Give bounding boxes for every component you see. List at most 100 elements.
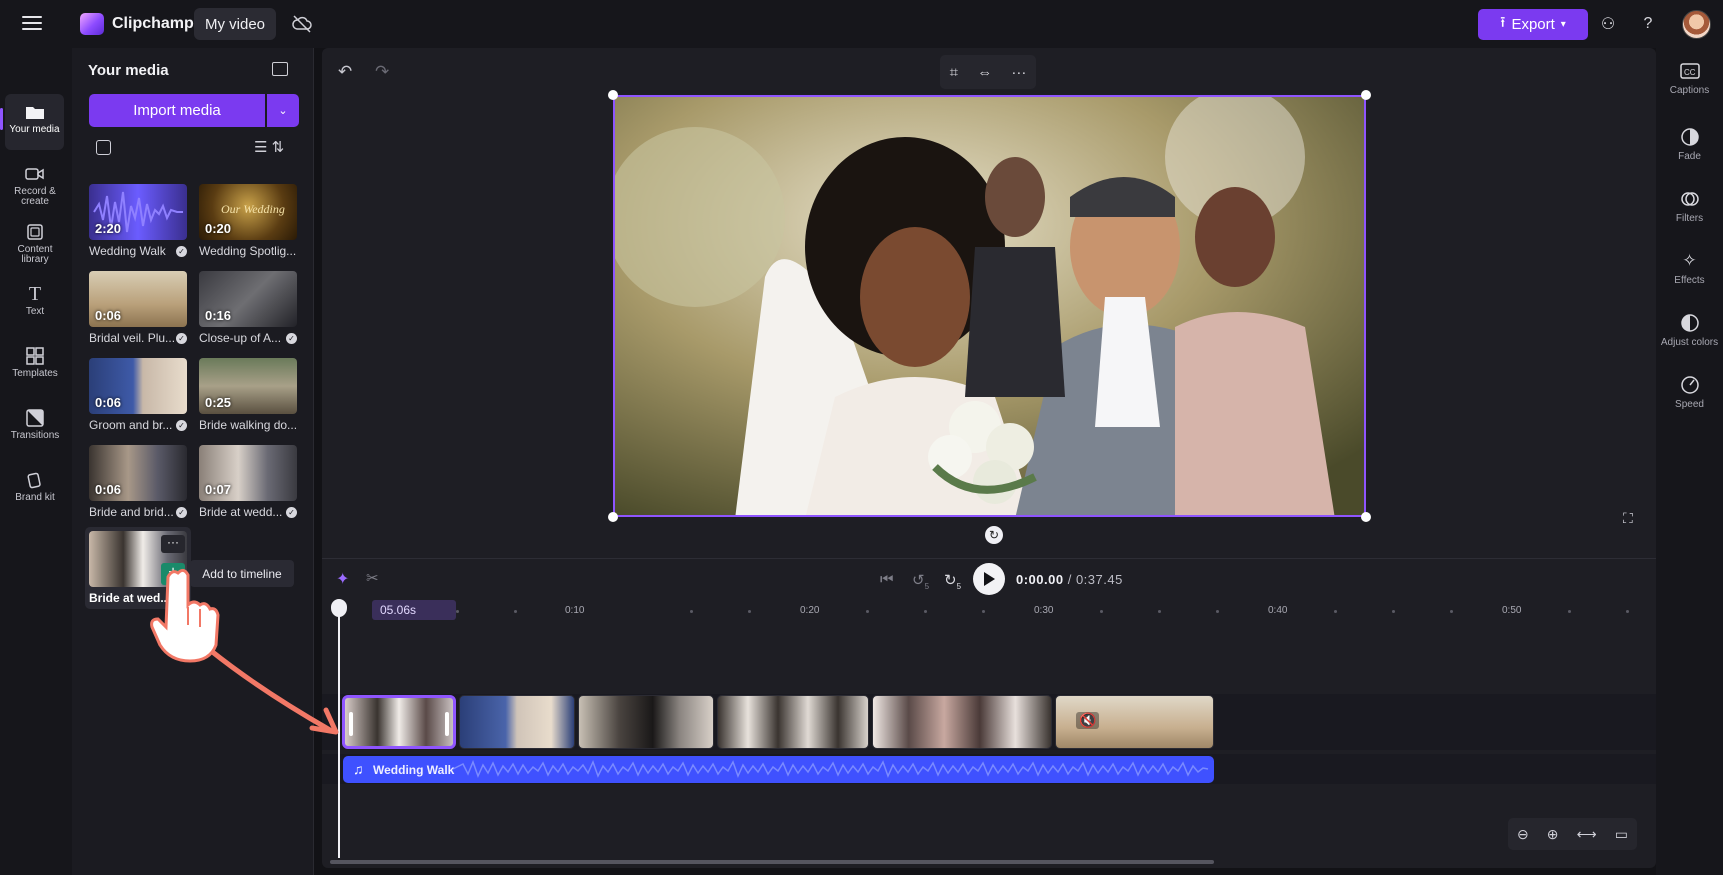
project-title[interactable]: My video: [194, 8, 276, 40]
resize-handle[interactable]: [608, 90, 618, 100]
transitions-icon: [24, 408, 46, 428]
ruler-tick: [924, 610, 927, 613]
nav-record-create[interactable]: Record & create: [6, 156, 64, 212]
zoom-out-icon[interactable]: ⊖: [1517, 826, 1529, 843]
camera-icon: [24, 164, 46, 184]
sparkle-icon[interactable]: ✦: [336, 569, 349, 589]
check-icon: ✓: [176, 507, 187, 518]
ruler-tick: [1392, 610, 1395, 613]
avatar[interactable]: [1682, 10, 1711, 39]
menu-icon[interactable]: [22, 16, 42, 30]
undo-icon[interactable]: ↶: [338, 62, 356, 81]
panel-fade[interactable]: Fade: [1656, 126, 1723, 162]
more-options-button[interactable]: ···: [161, 535, 185, 553]
import-dropdown-button[interactable]: ⌄: [267, 94, 299, 127]
panel-speed[interactable]: Speed: [1656, 374, 1723, 410]
media-thumbnail[interactable]: 2:20: [89, 184, 187, 240]
nav-templates[interactable]: Templates: [6, 338, 64, 394]
selected-video-clip[interactable]: [342, 695, 456, 749]
wedding-title-art: Our Wedding: [221, 202, 285, 216]
panel-label: Captions: [1669, 85, 1710, 96]
panel-label: Speed: [1675, 399, 1704, 410]
nav-brand-kit[interactable]: Brand kit: [6, 462, 64, 518]
fit-icon[interactable]: ⇔: [977, 64, 992, 81]
collapse-panel-icon[interactable]: [272, 62, 288, 76]
panel-adjust-colors[interactable]: Adjust colors: [1656, 312, 1723, 348]
nav-label: Templates: [12, 368, 58, 379]
horizontal-scrollbar[interactable]: [330, 860, 1214, 864]
media-label: Wedding Walk: [89, 244, 166, 258]
upload-icon: ⭱: [1500, 14, 1506, 31]
ruler-tick: [1568, 610, 1571, 613]
nav-label: Text: [25, 306, 45, 317]
fullscreen-icon[interactable]: ⛶: [1623, 510, 1639, 526]
nav-content-library[interactable]: Content library: [6, 214, 64, 270]
audio-waveform-icon: [452, 759, 1209, 778]
timeline-ruler[interactable]: [322, 598, 1656, 622]
resize-handle[interactable]: [608, 512, 618, 522]
play-button[interactable]: [973, 563, 1005, 595]
panel-title: Your media: [88, 62, 169, 79]
help-icon[interactable]: ?: [1638, 14, 1658, 34]
nav-label: Content library: [17, 244, 53, 265]
rotate-icon[interactable]: ↻: [985, 526, 1003, 544]
media-thumbnail[interactable]: 0:06: [89, 445, 187, 501]
select-all-checkbox[interactable]: [96, 140, 111, 155]
video-clip[interactable]: [717, 695, 869, 749]
media-thumbnail[interactable]: 0:06: [89, 358, 187, 414]
media-thumbnail[interactable]: 0:06: [89, 271, 187, 327]
skip-to-start-icon[interactable]: ⏮: [880, 571, 894, 588]
media-label: Bride at wedd...: [199, 505, 283, 519]
video-clip[interactable]: [872, 695, 1052, 749]
play-icon: [984, 572, 995, 586]
nav-your-media[interactable]: Your media: [5, 94, 64, 150]
fit-timeline-icon[interactable]: ⟷: [1577, 826, 1597, 843]
nav-text[interactable]: T Text: [6, 276, 64, 332]
video-clip[interactable]: [459, 695, 575, 749]
ruler-tick: [514, 610, 517, 613]
skip-back-seconds: 5: [924, 582, 930, 591]
scissors-icon[interactable]: ✂: [366, 569, 379, 587]
more-icon[interactable]: ···: [1011, 64, 1026, 81]
zoom-in-icon[interactable]: ⊕: [1547, 826, 1559, 843]
effects-icon: ✧: [1682, 251, 1697, 270]
panel-filters[interactable]: Filters: [1656, 188, 1723, 224]
media-thumbnail[interactable]: 0:16: [199, 271, 297, 327]
ruler-label: 0:20: [800, 605, 820, 616]
panel-label: Effects: [1674, 275, 1705, 286]
resize-handle[interactable]: [1361, 512, 1371, 522]
active-indicator: [0, 108, 3, 130]
time-display: 0:00.00 / 0:37.45: [1016, 572, 1123, 587]
export-button[interactable]: ⭱ Export ▾: [1478, 9, 1588, 40]
media-thumbnail[interactable]: 0:25: [199, 358, 297, 414]
import-media-button[interactable]: Import media: [89, 94, 265, 127]
sort-filter-icon[interactable]: ☰ ⇅: [254, 138, 294, 158]
panel-captions[interactable]: CC Captions: [1656, 60, 1723, 96]
video-clip[interactable]: 🔇: [1055, 695, 1214, 749]
redo-icon[interactable]: ↷: [375, 62, 393, 81]
right-property-panel: CC Captions Fade Filters ✧ Effects Adjus…: [1656, 48, 1723, 875]
trim-handle-right[interactable]: [445, 712, 449, 736]
crop-icon[interactable]: ⌗: [950, 64, 958, 81]
forward-5-icon[interactable]: ↻5: [944, 571, 961, 591]
duration-label: 0:16: [205, 308, 232, 323]
ruler-tick: [748, 610, 751, 613]
timeline-layout-icon[interactable]: ▭: [1615, 826, 1628, 843]
top-bar: Clipchamp My video ⭱ Export ▾ ⚇ ?: [0, 0, 1723, 48]
video-preview[interactable]: [613, 95, 1366, 517]
playhead-handle[interactable]: [331, 599, 347, 617]
fade-icon: [1679, 126, 1701, 148]
ruler-tick: [690, 610, 693, 613]
audio-clip-label: Wedding Walk: [373, 763, 455, 777]
share-people-icon[interactable]: ⚇: [1598, 14, 1618, 34]
check-icon: ✓: [176, 333, 187, 344]
media-thumbnail[interactable]: Our Wedding 0:20: [199, 184, 297, 240]
audio-clip[interactable]: ♫ Wedding Walk: [343, 756, 1214, 783]
media-thumbnail[interactable]: 0:07: [199, 445, 297, 501]
panel-effects[interactable]: ✧ Effects: [1656, 250, 1723, 286]
video-clip[interactable]: [578, 695, 714, 749]
resize-handle[interactable]: [1361, 90, 1371, 100]
rewind-5-icon[interactable]: ↺5: [912, 571, 929, 591]
muted-icon[interactable]: 🔇: [1076, 712, 1100, 729]
nav-transitions[interactable]: Transitions: [6, 400, 64, 456]
